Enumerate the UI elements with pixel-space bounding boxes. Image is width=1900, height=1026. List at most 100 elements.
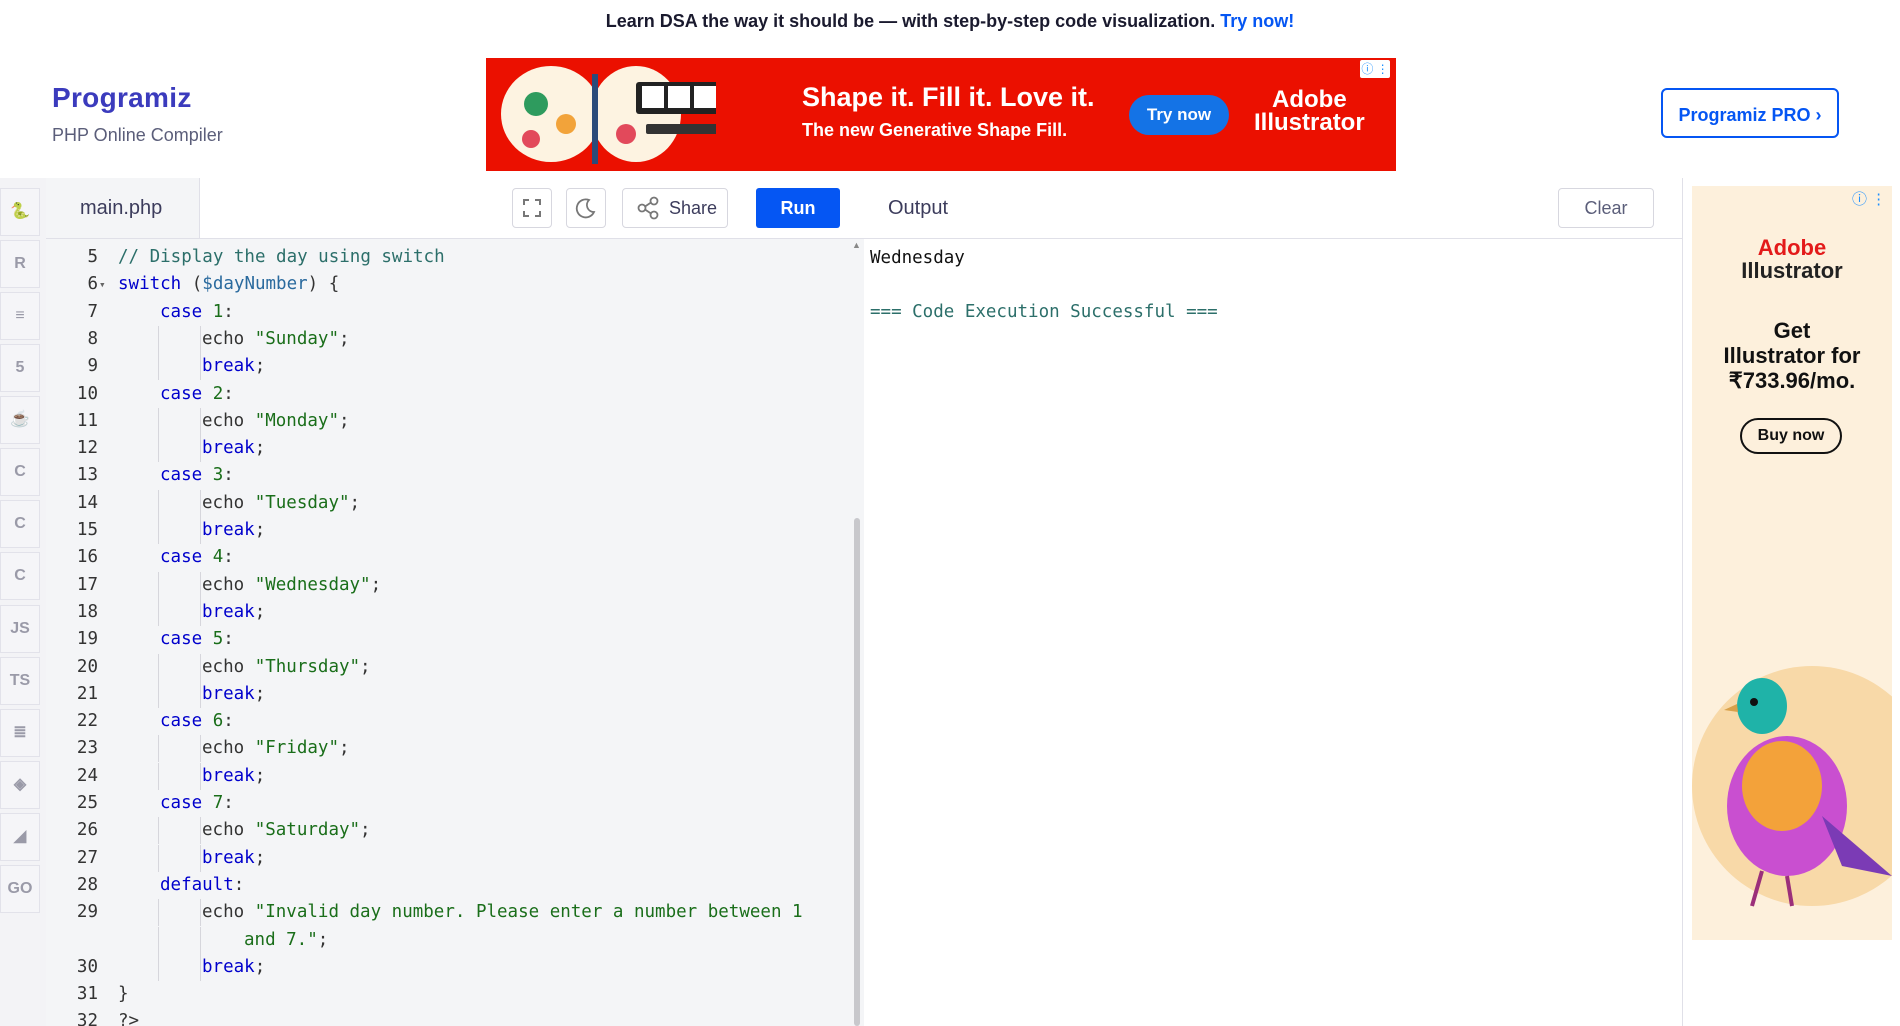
line-number: 9: [87, 356, 98, 377]
rail-item-go[interactable]: GO: [0, 865, 40, 913]
line-number: 18: [76, 601, 98, 622]
side-ad-brand: Adobe Illustrator: [1692, 236, 1892, 282]
line-number: 6: [87, 274, 98, 295]
dark-mode-button[interactable]: [566, 188, 606, 228]
side-ad-info-icon[interactable]: ⓘ ⋮: [1852, 188, 1886, 209]
code-text: echo "Invalid day number. Please enter a…: [202, 899, 803, 926]
keyword-token: case: [160, 301, 203, 322]
ad-try-now-button[interactable]: Try now: [1129, 95, 1229, 135]
line-number: 31: [76, 984, 98, 1005]
keyword-token: case: [160, 629, 203, 650]
code-area[interactable]: 5// Display the day using switch 6 ▾ switch…: [46, 238, 846, 1026]
side-ad-buy-now-button[interactable]: Buy now: [1740, 418, 1842, 454]
ad-banner[interactable]: Shape it. Fill it. Love it. The new Gene…: [486, 58, 1396, 171]
run-button[interactable]: Run: [756, 188, 840, 228]
indent-guide: [200, 489, 201, 517]
code-line: 23 echo "Friday";: [46, 735, 846, 763]
editor-toolbar: main.php Share Run: [46, 178, 864, 239]
clear-button[interactable]: Clear: [1558, 188, 1654, 228]
code-editor-panel: main.php Share Run 5 // Display the day u…: [46, 178, 865, 1026]
indent-guide: [158, 844, 159, 872]
code-text: case 5:: [160, 626, 234, 653]
rail-item-rust[interactable]: ≣: [0, 709, 40, 757]
code-token: ;: [254, 356, 266, 377]
rail-item-r[interactable]: R: [0, 240, 40, 288]
fullscreen-button[interactable]: [512, 188, 552, 228]
indent-guide: [158, 680, 159, 708]
rail-item-java[interactable]: ☕: [0, 396, 40, 444]
code-line: 11 echo "Monday";: [46, 407, 846, 435]
share-button[interactable]: Share: [622, 188, 728, 228]
butterfly-illustration: [501, 66, 716, 164]
side-ad-offer-line2: Illustrator for: [1723, 343, 1861, 368]
indent-guide: [200, 680, 201, 708]
line-number: 7: [87, 301, 98, 322]
file-tab-main[interactable]: main.php: [46, 178, 200, 238]
rail-item-cpp[interactable]: C: [0, 552, 40, 600]
side-ad-offer-line1: Get: [1773, 318, 1811, 343]
code-line: 26 echo "Saturday";: [46, 817, 846, 845]
code-token: ;: [360, 656, 371, 677]
logo-text: Programiz: [52, 82, 192, 113]
side-ad-brand-line1: Adobe: [1757, 235, 1827, 260]
rail-item-kotlin[interactable]: ◢: [0, 813, 40, 861]
number-token: 6: [212, 711, 224, 732]
code-line: 32 ?>: [46, 1008, 846, 1026]
rail-item-html[interactable]: 5: [0, 344, 40, 392]
code-line: 7 case 1:: [46, 299, 846, 326]
code-token: (: [181, 274, 203, 295]
code-text: echo "Sunday";: [202, 326, 350, 353]
code-token: echo: [202, 656, 255, 677]
ad-info-icon[interactable]: ⓘ ⋮: [1360, 60, 1390, 78]
rail-item-csharp[interactable]: C: [0, 500, 40, 548]
code-token: ;: [338, 328, 350, 349]
code-line: 28 default:: [46, 872, 846, 899]
programiz-pro-button[interactable]: Programiz PRO ›: [1661, 88, 1839, 138]
string-token: and 7.": [244, 929, 318, 950]
rail-item-sql[interactable]: ≡: [0, 292, 40, 340]
code-token: :: [223, 465, 234, 486]
line-number: 13: [76, 465, 98, 486]
indent-guide: [200, 435, 201, 463]
rail-item-ts[interactable]: TS: [0, 657, 40, 705]
promo-link[interactable]: Try now!: [1220, 11, 1294, 31]
editor-scrollbar[interactable]: [854, 518, 860, 1026]
code-token: echo: [202, 574, 255, 595]
csharp-icon: C: [14, 515, 26, 532]
code-text: break;: [202, 517, 265, 544]
rail-item-js[interactable]: JS: [0, 605, 40, 653]
code-text: break;: [202, 353, 265, 380]
line-number: 12: [76, 438, 98, 459]
indent-guide: [158, 926, 159, 954]
code-text: break;: [202, 435, 265, 462]
code-token: echo: [202, 738, 255, 759]
code-text: break;: [202, 681, 265, 708]
code-token: echo: [202, 902, 255, 923]
code-token: echo: [202, 410, 255, 431]
side-ad[interactable]: Adobe Illustrator Get Illustrator for ₹7…: [1692, 186, 1892, 940]
rail-item-swift[interactable]: ◈: [0, 761, 40, 809]
code-token: ) {: [307, 274, 340, 295]
code-line: 16 case 4:: [46, 544, 846, 571]
go-icon: GO: [7, 880, 33, 897]
fold-toggle-icon[interactable]: ▾: [99, 271, 106, 298]
keyword-token: default: [160, 874, 234, 895]
rail-item-python[interactable]: 🐍: [0, 188, 40, 236]
indent-guide: [200, 899, 201, 927]
code-text: and 7.";: [244, 927, 328, 954]
indent-guide: [158, 817, 159, 845]
code-text: break;: [202, 845, 265, 872]
code-line: 25 case 7:: [46, 790, 846, 817]
site-header: Programiz PHP Online Compiler Shape it. …: [0, 42, 1900, 178]
code-line: 20 echo "Thursday";: [46, 653, 846, 681]
scroll-up-arrow[interactable]: ▲: [852, 240, 861, 250]
fullscreen-icon: [523, 199, 541, 217]
line-number: 8: [87, 328, 98, 349]
rail-item-c[interactable]: C: [0, 448, 40, 496]
indent-guide: [200, 735, 201, 763]
code-line: 19 case 5:: [46, 626, 846, 653]
